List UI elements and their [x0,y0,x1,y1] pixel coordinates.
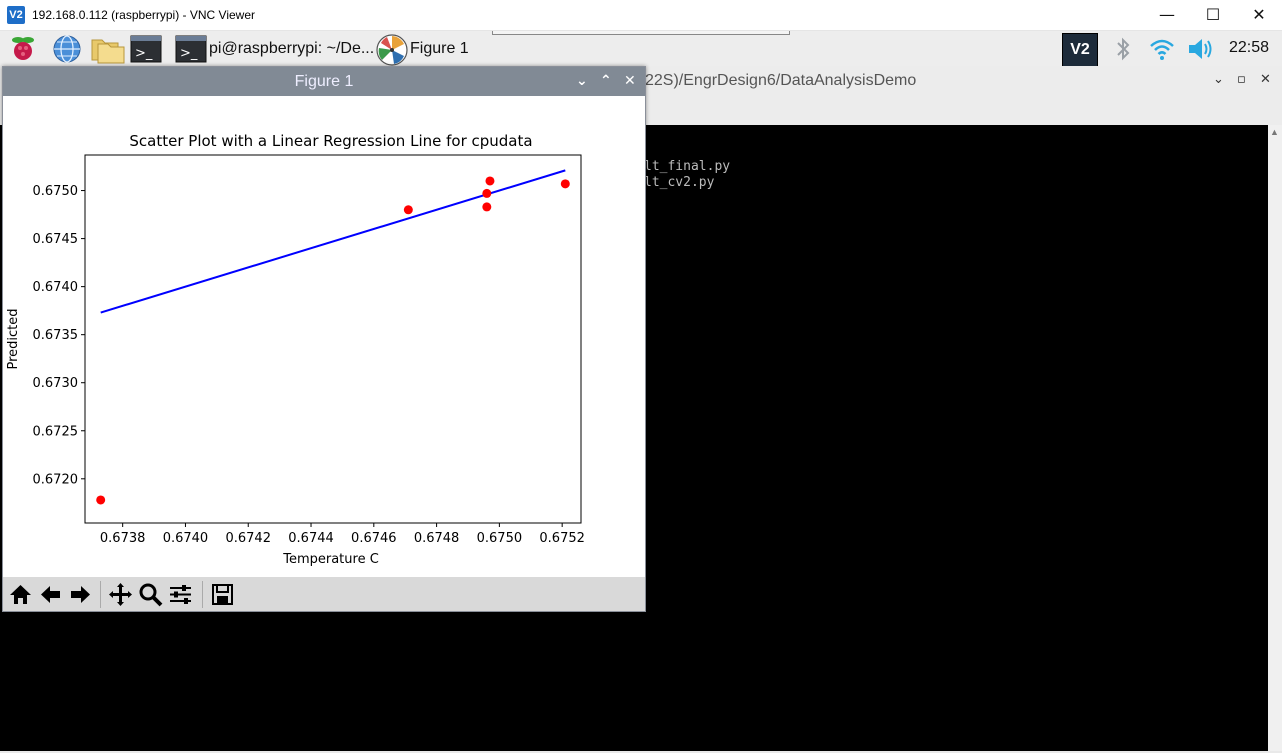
maximize-button[interactable]: ☐ [1190,0,1236,30]
volume-icon[interactable] [1186,36,1216,66]
vnc-tray-icon[interactable]: V2 [1062,33,1098,67]
minimize-button[interactable]: — [1144,0,1190,30]
vnc-logo-icon: V2 [7,6,25,24]
matplotlib-icon [376,34,408,66]
raspberry-menu-icon[interactable] [8,34,38,64]
terminal-close-button[interactable]: ✕ [1260,72,1271,88]
y-axis-ticks: 0.6720 0.6725 0.6730 0.6735 0.6740 0.6745 0.67… [33,184,85,487]
x-tick-label: 0.6744 [288,531,334,546]
x-axis-ticks: 0.6738 0.6740 0.6742 0.6744 0.6746 0.6748 0.67… [100,523,585,546]
terminal-icon[interactable]: >_ [130,34,162,64]
data-point [560,179,570,189]
file-manager-icon[interactable] [91,34,125,64]
x-tick-label: 0.6748 [414,531,460,546]
remote-desktop: >_ >_ pi@raspberrypi: ~/De... Figure 1 V… [0,31,1282,753]
terminal-title: 22S)/EngrDesign6/DataAnalysisDemo [645,72,917,89]
terminal-line: lt_cv2.py [644,175,715,190]
toolbar-separator [202,581,203,608]
x-tick-label: 0.6752 [539,531,585,546]
chart-title: Scatter Plot with a Linear Regression Li… [129,132,532,150]
figure-toolbar [3,577,645,611]
terminal-scrollbar[interactable]: ▲ [1268,125,1282,751]
taskbar-figure-task[interactable]: Figure 1 [410,33,469,64]
bluetooth-icon[interactable] [1110,35,1140,65]
wifi-icon[interactable] [1148,36,1178,66]
svg-text:>_: >_ [135,46,153,61]
pi-taskbar: >_ >_ pi@raspberrypi: ~/De... Figure 1 V… [0,31,1282,67]
x-tick-label: 0.6738 [100,531,146,546]
toolbar-separator [100,581,101,608]
taskbar-terminal-task[interactable]: pi@raspberrypi: ~/De... [209,33,374,64]
x-tick-label: 0.6750 [477,531,523,546]
figure-canvas[interactable]: Scatter Plot with a Linear Regression Li… [3,96,645,577]
vnc-window-title: 192.168.0.112 (raspberrypi) - VNC Viewer [32,8,255,22]
zoom-icon[interactable] [137,581,164,608]
svg-text:>_: >_ [180,46,198,61]
y-axis-label: Predicted [6,308,21,369]
back-arrow-icon[interactable] [37,581,64,608]
y-tick-label: 0.6735 [33,328,79,343]
terminal-minimize-button[interactable]: ⌄ [1213,72,1224,88]
taskbar-clock: 22:58 [1229,39,1270,56]
data-point [403,205,413,215]
data-point [485,176,495,186]
y-tick-label: 0.6720 [33,472,79,487]
save-icon[interactable] [209,581,236,608]
terminal-line: lt_final.py [644,159,731,174]
popup-strip [492,31,790,35]
home-icon[interactable] [7,581,34,608]
forward-arrow-icon[interactable] [67,581,94,608]
figure-minimize-button[interactable]: ⌄ [576,72,588,90]
x-axis-label: Temperature C [282,552,379,567]
y-tick-label: 0.6730 [33,376,79,391]
y-tick-label: 0.6725 [33,424,79,439]
plot-area [84,154,582,524]
pan-icon[interactable] [107,581,134,608]
figure-close-button[interactable]: ✕ [624,72,636,90]
close-button[interactable]: ✕ [1236,0,1282,30]
figure-window: Figure 1 ⌄ ⌃ ✕ Scatter Plot with a Linea… [2,66,646,612]
web-browser-icon[interactable] [52,34,82,64]
vnc-viewer-titlebar: V2 192.168.0.112 (raspberrypi) - VNC Vie… [0,0,1282,31]
terminal-maximize-button[interactable]: ▫ [1237,72,1246,88]
figure-titlebar[interactable]: Figure 1 ⌄ ⌃ ✕ [3,67,645,96]
x-tick-label: 0.6742 [225,531,271,546]
y-tick-label: 0.6740 [33,280,79,295]
data-point [482,202,492,212]
y-tick-label: 0.6745 [33,232,79,247]
terminal-task-icon: >_ [175,34,207,64]
data-point [482,188,492,198]
x-tick-label: 0.6746 [351,531,397,546]
scatter-chart: Scatter Plot with a Linear Regression Li… [6,132,585,567]
figure-maximize-button[interactable]: ⌃ [600,72,612,90]
scroll-up-arrow-icon[interactable]: ▲ [1270,127,1279,137]
configure-subplots-icon[interactable] [167,581,194,608]
figure-window-title: Figure 1 [294,73,354,90]
data-point [96,495,106,505]
y-tick-label: 0.6750 [33,184,79,199]
x-tick-label: 0.6740 [163,531,209,546]
